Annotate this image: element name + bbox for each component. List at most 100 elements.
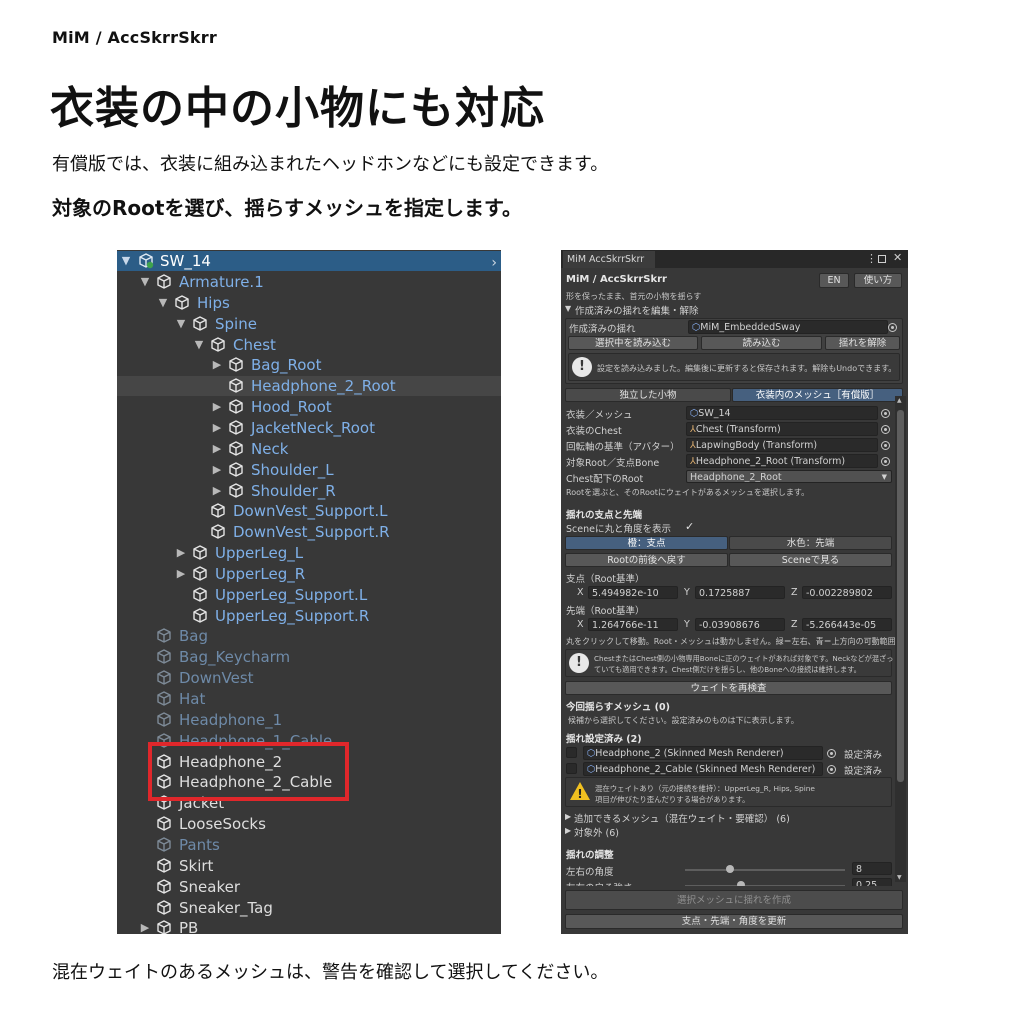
object-picker-icon[interactable]	[888, 323, 897, 332]
collapse-arrow-icon[interactable]: ▶	[211, 481, 223, 501]
hierarchy-panel: ▼ SW_14 › ▼ Armature.1 ▼ Hips ▼ Spine ▼ Chest ▶ B…	[117, 250, 501, 934]
hierarchy-row[interactable]: ▶ UpperLeg_L	[117, 543, 501, 563]
object-field[interactable]: ⅄LapwingBody (Transform)	[686, 438, 878, 452]
expand-arrow-icon[interactable]: ▼	[157, 293, 169, 313]
mesh-checkbox[interactable]	[566, 763, 577, 774]
hierarchy-row[interactable]: ▶ JacketNeck_Root	[117, 418, 501, 438]
collapse-arrow-icon[interactable]: ▶	[211, 460, 223, 480]
help-button[interactable]: 使い方	[854, 273, 902, 288]
hierarchy-row[interactable]: ▼ Spine	[117, 314, 501, 334]
lr-angle-field[interactable]: 8	[852, 862, 892, 875]
foldout-arrow-icon[interactable]: ▶	[565, 812, 571, 821]
hierarchy-row[interactable]: UpperLeg_Support.R	[117, 606, 501, 626]
pivot-x-field[interactable]: 5.494982e-10	[588, 586, 678, 599]
update-button[interactable]: 支点・先端・角度を更新	[565, 914, 903, 929]
hierarchy-row[interactable]: DownVest_Support.R	[117, 522, 501, 542]
collapse-arrow-icon[interactable]: ▶	[175, 564, 187, 584]
hierarchy-row[interactable]: Hat	[117, 689, 501, 709]
hierarchy-row[interactable]: ▼ Armature.1	[117, 272, 501, 292]
close-icon[interactable]: ✕	[893, 251, 902, 264]
hierarchy-row[interactable]: ▶ Shoulder_L	[117, 460, 501, 480]
hierarchy-row[interactable]: ▶ PB	[117, 918, 501, 934]
scroll-up-icon[interactable]: ▲	[897, 397, 902, 404]
recheck-weights-button[interactable]: ウェイトを再検査	[565, 681, 892, 695]
hierarchy-row[interactable]: Sneaker_Tag	[117, 898, 501, 918]
scrollbar-thumb[interactable]	[897, 410, 904, 782]
collapse-arrow-icon[interactable]: ▶	[211, 355, 223, 375]
hierarchy-row[interactable]: ▼ Hips	[117, 293, 501, 313]
foldout-arrow-icon[interactable]: ▼	[565, 304, 571, 313]
mesh-field[interactable]: ⬡Headphone_2_Cable (Skinned Mesh Rendere…	[583, 762, 823, 776]
addable-foldout[interactable]: 追加できるメッシュ（混在ウェイト・要確認） (6)	[574, 811, 790, 825]
hierarchy-root-row[interactable]: ▼ SW_14 ›	[117, 251, 501, 271]
collapse-arrow-icon[interactable]: ▶	[139, 918, 151, 934]
chest-root-dropdown[interactable]: Headphone_2_Root ▼	[686, 470, 892, 483]
object-field[interactable]: ⬡SW_14	[686, 406, 878, 420]
existing-sway-field[interactable]: ⬡MiM_EmbeddedSway	[688, 320, 888, 334]
release-button[interactable]: 揺れを解除	[825, 336, 900, 350]
hierarchy-row[interactable]: DownVest	[117, 668, 501, 688]
hierarchy-row[interactable]: ▶ UpperLeg_R	[117, 564, 501, 584]
lr-angle-knob[interactable]	[725, 865, 734, 873]
expand-arrow-icon[interactable]: ▼	[175, 314, 187, 334]
object-picker-icon[interactable]	[827, 765, 836, 774]
object-field[interactable]: ⅄Chest (Transform)	[686, 422, 878, 436]
hierarchy-row[interactable]: ▶ Hood_Root	[117, 397, 501, 417]
hierarchy-row[interactable]: ▶ Neck	[117, 439, 501, 459]
expand-arrow-icon[interactable]: ▼	[139, 272, 151, 292]
chevron-right-icon[interactable]: ›	[491, 253, 497, 273]
maximize-icon[interactable]	[878, 255, 886, 263]
pivot-y-field[interactable]: 0.1725887	[695, 586, 785, 599]
collapse-arrow-icon[interactable]: ▶	[211, 418, 223, 438]
object-picker-icon[interactable]	[881, 409, 890, 418]
hierarchy-row[interactable]: Bag	[117, 626, 501, 646]
collapse-arrow-icon[interactable]: ▶	[211, 397, 223, 417]
hierarchy-row[interactable]: Headphone_1	[117, 710, 501, 730]
edit-foldout[interactable]: 作成済みの揺れを編集・解除	[575, 303, 699, 317]
object-field[interactable]: ⅄Headphone_2_Root (Transform)	[686, 454, 878, 468]
hierarchy-row[interactable]: DownVest_Support.L	[117, 501, 501, 521]
collapse-arrow-icon[interactable]: ▶	[175, 543, 187, 563]
expand-arrow-icon[interactable]: ▼	[193, 335, 205, 355]
tip-y-field[interactable]: -0.03908676	[695, 618, 785, 631]
hierarchy-row[interactable]: Pants	[117, 835, 501, 855]
orange-pivot-button[interactable]: 橙：支点	[565, 536, 728, 550]
tip-z-field[interactable]: -5.266443e-05	[802, 618, 892, 631]
expand-arrow-icon[interactable]: ▼	[120, 251, 132, 271]
tab-independent[interactable]: 独立した小物	[565, 388, 731, 402]
tab-in-costume[interactable]: 衣装内のメッシュ［有償版］	[732, 388, 903, 402]
lang-button[interactable]: EN	[819, 273, 849, 288]
collapse-arrow-icon[interactable]: ▶	[211, 439, 223, 459]
foldout-arrow-icon[interactable]: ▶	[565, 826, 571, 835]
hierarchy-row[interactable]: UpperLeg_Support.L	[117, 585, 501, 605]
hierarchy-row[interactable]: LooseSocks	[117, 814, 501, 834]
load-button[interactable]: 読み込む	[701, 336, 822, 350]
cyan-tip-button[interactable]: 水色：先端	[729, 536, 892, 550]
lr-angle-track[interactable]	[685, 869, 845, 871]
hierarchy-row[interactable]: ▼ Chest	[117, 335, 501, 355]
more-menu-icon[interactable]: ⋮	[866, 252, 877, 265]
root-swap-button[interactable]: Rootの前後へ戻す	[565, 553, 728, 567]
hierarchy-row[interactable]: Skirt	[117, 856, 501, 876]
object-picker-icon[interactable]	[827, 749, 836, 758]
hierarchy-row[interactable]: Headphone_2_Root	[117, 376, 501, 397]
excluded-foldout[interactable]: 対象外 (6)	[574, 825, 619, 839]
pivot-z-field[interactable]: -0.002289802	[802, 586, 892, 599]
create-sway-button[interactable]: 選択メッシュに揺れを作成	[565, 890, 903, 910]
inspector-scrollbar[interactable]: ▲ ▼	[895, 396, 906, 882]
mesh-field[interactable]: ⬡Headphone_2 (Skinned Mesh Renderer)	[583, 746, 823, 760]
window-tab[interactable]: MiM AccSkrrSkrr	[563, 251, 655, 268]
hierarchy-row[interactable]: Sneaker	[117, 877, 501, 897]
tip-x-field[interactable]: 1.264766e-11	[588, 618, 678, 631]
scene-view-button[interactable]: Sceneで見る	[729, 553, 892, 567]
hierarchy-row[interactable]: ▶ Shoulder_R	[117, 481, 501, 501]
scroll-down-icon[interactable]: ▼	[897, 874, 902, 881]
object-picker-icon[interactable]	[881, 441, 890, 450]
hierarchy-row[interactable]: ▶ Bag_Root	[117, 355, 501, 375]
object-picker-icon[interactable]	[881, 425, 890, 434]
mesh-checkbox[interactable]	[566, 747, 577, 758]
object-picker-icon[interactable]	[881, 457, 890, 466]
scene-show-checkbox[interactable]: ✓	[685, 520, 694, 533]
hierarchy-row[interactable]: Bag_Keycharm	[117, 647, 501, 667]
load-selected-button[interactable]: 選択中を読み込む	[568, 336, 698, 350]
